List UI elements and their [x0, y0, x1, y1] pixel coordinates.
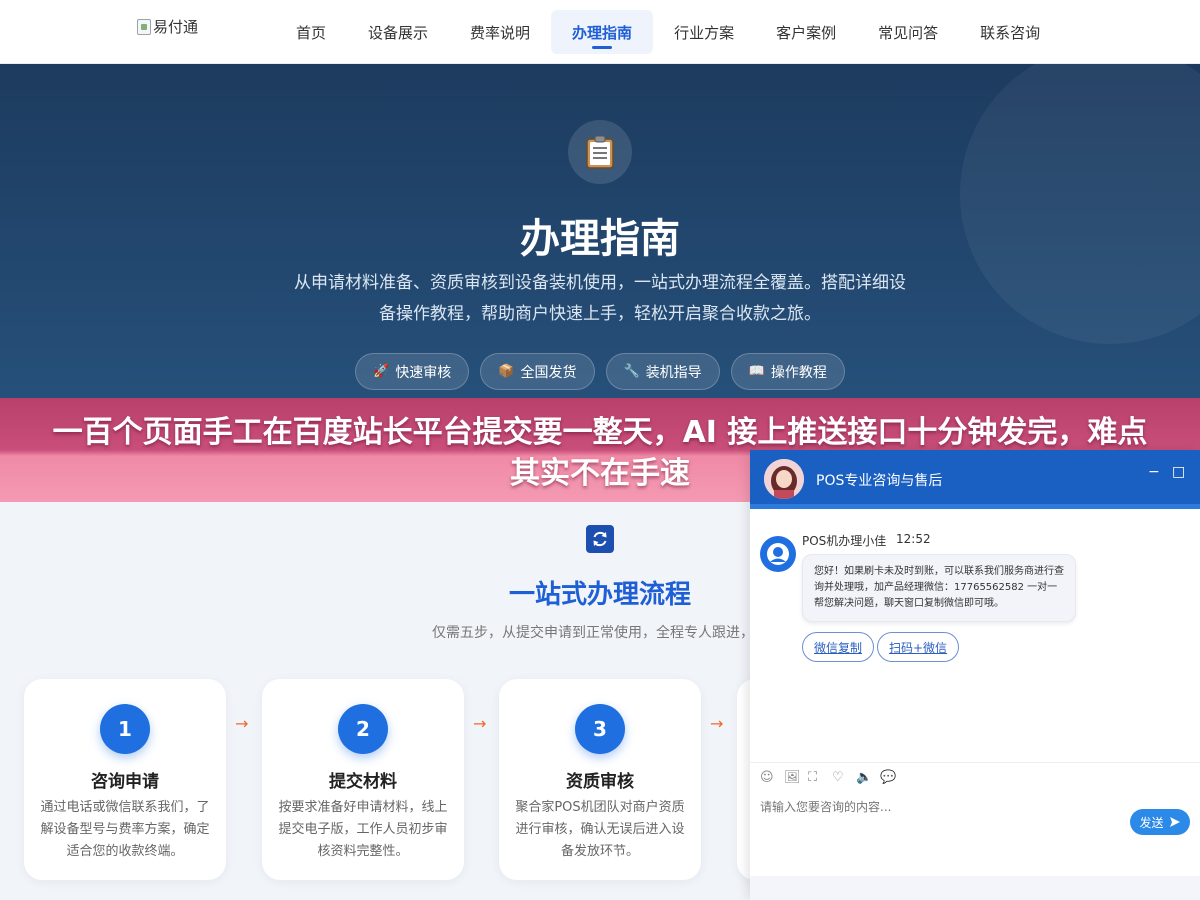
clipboard-icon	[568, 120, 632, 184]
pill-label: 快速审核	[395, 364, 452, 381]
send-arrow-icon	[1169, 817, 1180, 827]
message-bubble: 您好！如果刷卡未及时到账，可以联系我们服务商进行查询并处理哦，加产品经理微信：1…	[802, 554, 1076, 622]
step-title: 咨询申请	[91, 772, 159, 792]
chat-header[interactable]: POS专业咨询与售后 − □	[750, 450, 1200, 504]
arrow-right-icon: →	[710, 714, 724, 733]
step-card: 1 咨询申请 通过电话或微信联系我们，了解设备型号与费率方案，确定适合您的收款终…	[24, 679, 226, 880]
step-description: 通过电话或微信联系我们，了解设备型号与费率方案，确定适合您的收款终端。	[40, 800, 210, 859]
nav-item-solutions[interactable]: 行业方案	[653, 10, 755, 54]
step-title: 提交材料	[329, 772, 397, 792]
chat-input[interactable]	[760, 800, 1120, 814]
nav-item-devices[interactable]: 设备展示	[347, 10, 449, 54]
screenshot-icon[interactable]: ⛶	[808, 770, 817, 785]
image-icon[interactable]: 🖼	[784, 770, 801, 785]
book-icon: 📖	[748, 364, 765, 379]
step-description: 按要求准备好申请材料，线上提交电子版，工作人员初步审核资料完整性。	[278, 800, 448, 859]
main-menu: 首页 设备展示 费率说明 办理指南 行业方案 客户案例 常见问答 联系咨询	[275, 10, 1061, 54]
pill-tutorial[interactable]: 📖 操作教程	[730, 353, 845, 390]
step-number: 1	[100, 704, 150, 754]
pill-label: 全国发货	[520, 364, 577, 381]
wrench-icon: 🔧	[623, 364, 640, 379]
nav-item-home[interactable]: 首页	[275, 10, 347, 54]
pill-label: 操作教程	[770, 364, 827, 381]
scan-wechat-button[interactable]: 扫码+微信	[877, 632, 960, 662]
nav-item-contact[interactable]: 联系咨询	[959, 10, 1061, 54]
minimize-icon[interactable]: −	[1148, 464, 1160, 480]
decorative-circle	[960, 64, 1200, 344]
hero-pills: 🚀 快速审核 📦 全国发货 🔧 装机指导 📖 操作教程	[0, 353, 1200, 390]
broken-image-icon	[137, 18, 151, 35]
emoji-icon[interactable]: ☺	[760, 770, 774, 785]
toolbar-divider	[750, 762, 1200, 763]
step-number: 2	[338, 704, 388, 754]
pill-label: 装机指导	[645, 364, 702, 381]
send-button[interactable]: 发送	[1130, 809, 1190, 835]
message-time: 12:52	[896, 532, 931, 546]
logo-alt-text: 易付通	[153, 18, 199, 36]
top-nav: 易付通 首页 设备展示 费率说明 办理指南 行业方案 客户案例 常见问答 联系咨…	[0, 0, 1200, 64]
step-card: 3 资质审核 聚合家POS机团队对商户资质进行审核，确认无误后进入设备发放环节。	[499, 679, 701, 880]
agent-avatar-photo	[764, 459, 804, 499]
arrow-right-icon: →	[473, 714, 487, 733]
nav-item-faq[interactable]: 常见问答	[857, 10, 959, 54]
step-title: 资质审核	[566, 772, 634, 792]
hero-title: 办理指南	[520, 216, 680, 262]
hero-description: 从申请材料准备、资质审核到设备装机使用，一站式办理流程全覆盖。搭配详细设备操作教…	[294, 273, 906, 324]
refresh-icon	[586, 525, 614, 553]
chat-header-divider	[750, 504, 1200, 509]
package-icon: 📦	[498, 364, 515, 379]
step-description: 聚合家POS机团队对商户资质进行审核，确认无误后进入设备发放环节。	[515, 800, 685, 859]
agent-avatar-icon	[760, 536, 796, 572]
favorite-icon[interactable]: ♡	[832, 770, 844, 785]
step-number: 3	[575, 704, 625, 754]
nav-item-rates[interactable]: 费率说明	[449, 10, 551, 54]
pill-fast-review[interactable]: 🚀 快速审核	[355, 353, 470, 390]
step-card: 2 提交材料 按要求准备好申请材料，线上提交电子版，工作人员初步审核资料完整性。	[262, 679, 464, 880]
wechat-icon[interactable]: 💬	[880, 770, 896, 785]
chat-widget: POS专业咨询与售后 − □ POS机办理小佳 12:52 您好！如果刷卡未及时…	[750, 450, 1200, 900]
chat-title: POS专业咨询与售后	[816, 473, 943, 489]
logo[interactable]: 易付通	[137, 16, 198, 37]
pill-install-guide[interactable]: 🔧 装机指导	[605, 353, 720, 390]
copy-wechat-button[interactable]: 微信复制	[802, 632, 875, 662]
agent-name: POS机办理小佳	[802, 534, 887, 548]
arrow-right-icon: →	[235, 714, 249, 733]
nav-item-guide[interactable]: 办理指南	[551, 10, 654, 54]
maximize-icon[interactable]: □	[1172, 464, 1185, 480]
rocket-icon: 🚀	[373, 364, 390, 379]
pill-nationwide-shipping[interactable]: 📦 全国发货	[480, 353, 595, 390]
chat-footer	[750, 876, 1200, 900]
sound-icon[interactable]: 🔈	[856, 770, 872, 785]
hero-section: 办理指南 从申请材料准备、资质审核到设备装机使用，一站式办理流程全覆盖。搭配详细…	[0, 64, 1200, 400]
send-label: 发送	[1139, 815, 1164, 830]
nav-item-cases[interactable]: 客户案例	[755, 10, 857, 54]
